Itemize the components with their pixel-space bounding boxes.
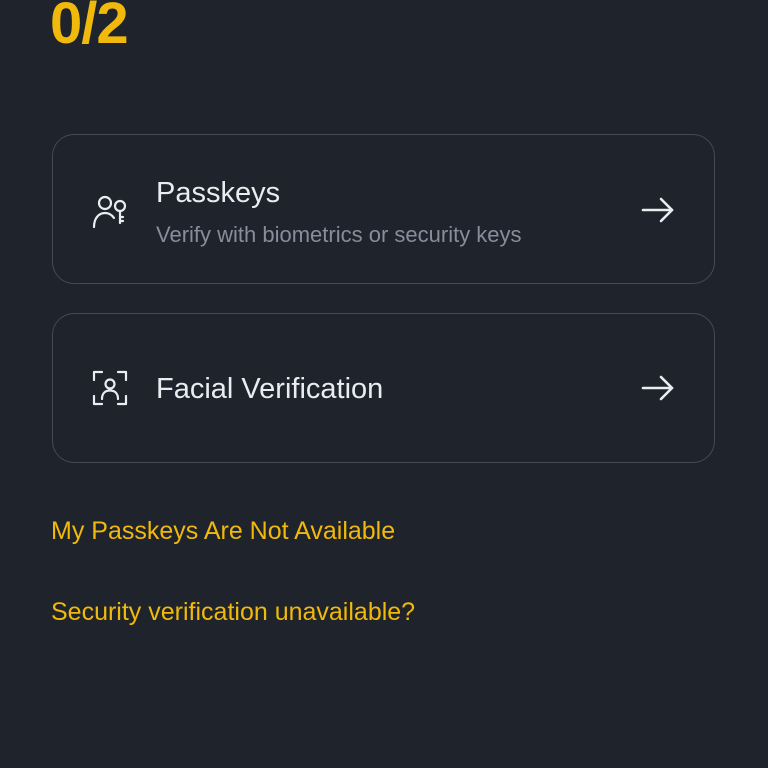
- face-scan-icon: [92, 370, 128, 406]
- passkeys-option-card[interactable]: Passkeys Verify with biometrics or secur…: [52, 134, 715, 284]
- verification-page: 0/2 Passkeys Verify with biometrics or s…: [0, 0, 768, 768]
- facial-verification-title: Facial Verification: [156, 373, 384, 405]
- user-key-icon: [92, 195, 127, 229]
- passkeys-not-available-link[interactable]: My Passkeys Are Not Available: [51, 516, 395, 546]
- arrow-right-icon: [641, 375, 674, 401]
- passkeys-subtitle: Verify with biometrics or security keys: [156, 222, 522, 247]
- facial-verification-option-card[interactable]: Facial Verification: [52, 313, 715, 463]
- arrow-right-icon: [641, 197, 674, 223]
- verification-progress: 0/2: [50, 0, 129, 56]
- passkeys-title: Passkeys: [156, 177, 281, 209]
- security-verification-unavailable-link[interactable]: Security verification unavailable?: [51, 597, 415, 627]
